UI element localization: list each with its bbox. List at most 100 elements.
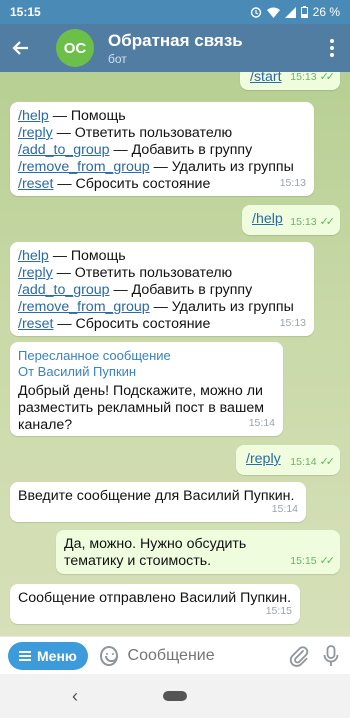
voice-record-button[interactable] bbox=[320, 643, 342, 669]
chat-title-block[interactable]: Обратная связь бот bbox=[108, 31, 243, 66]
command-link[interactable]: /add_to_group bbox=[18, 142, 110, 158]
command-line: /help — Помощь bbox=[18, 248, 306, 265]
composer-bar: Меню bbox=[0, 636, 350, 674]
message-time: 15:13 bbox=[279, 317, 306, 329]
nav-home-pill[interactable] bbox=[163, 691, 187, 701]
command-line: /reply — Ответить пользователю bbox=[18, 265, 306, 282]
double-check-icon: ✓✓ bbox=[319, 456, 336, 468]
message-text[interactable]: /reply bbox=[246, 451, 281, 468]
status-bar: 15:15 26 % bbox=[0, 0, 350, 24]
message-text: Да, можно. Нужно обсудить тематику и сто… bbox=[64, 536, 247, 569]
message-meta: 15:15 ✓✓ bbox=[290, 553, 336, 570]
menu-icon bbox=[19, 650, 31, 661]
message-text: Добрый день! Подскажите, можно ли размес… bbox=[18, 383, 264, 433]
message-meta: 15:13 bbox=[280, 315, 306, 332]
command-desc: — Помощь bbox=[48, 248, 126, 264]
message-input[interactable] bbox=[127, 646, 288, 665]
message-meta: 15:14 ✓✓ bbox=[290, 454, 336, 471]
command-link[interactable]: /help bbox=[18, 108, 49, 124]
command-link[interactable]: /add_to_group bbox=[18, 282, 110, 298]
message-incoming[interactable]: /help — Помощь /reply — Ответить пользов… bbox=[10, 242, 314, 336]
status-icons: 26 % bbox=[250, 5, 340, 19]
signal-icon bbox=[284, 6, 296, 18]
chat-header: OC Обратная связь бот bbox=[0, 24, 350, 72]
message-time: 15:14 bbox=[248, 417, 275, 429]
command-link[interactable]: /reset bbox=[18, 316, 53, 332]
command-line: /add_to_group — Добавить в группу bbox=[18, 282, 306, 299]
message-meta: 15:14 bbox=[249, 415, 275, 432]
command-desc: — Сбросить состояние bbox=[53, 316, 211, 332]
message-incoming[interactable]: Сообщение отправлено Василий Пупкин. 15:… bbox=[10, 584, 300, 624]
wifi-icon bbox=[266, 7, 280, 18]
command-line: /remove_from_group — Удалить из группы bbox=[18, 299, 306, 316]
arrow-left-icon bbox=[12, 41, 28, 55]
command-desc: — Сбросить состояние bbox=[53, 176, 211, 192]
more-button[interactable] bbox=[314, 24, 350, 72]
message-list[interactable]: /start 15:13 ✓✓ /help — Помощь /reply — О… bbox=[0, 72, 350, 636]
message-time: 15:14 bbox=[271, 503, 298, 515]
command-line: /remove_from_group — Удалить из группы bbox=[18, 159, 306, 176]
command-line: /reset — Сбросить состояние bbox=[18, 176, 306, 193]
message-time: 15:14 bbox=[290, 456, 317, 468]
message-time: 15:13 bbox=[290, 216, 317, 228]
message-meta: 15:13 ✓✓ bbox=[290, 214, 336, 231]
command-link[interactable]: /remove_from_group bbox=[18, 159, 150, 175]
message-meta: 15:14 bbox=[272, 501, 298, 518]
message-forwarded[interactable]: Пересланное сообщение От Василий Пупкин … bbox=[10, 342, 283, 436]
message-time: 15:13 bbox=[290, 72, 317, 83]
message-time: 15:15 bbox=[290, 555, 317, 567]
forward-from[interactable]: От Василий Пупкин bbox=[18, 364, 275, 380]
paperclip-icon bbox=[289, 645, 308, 667]
command-desc: — Удалить из группы bbox=[149, 299, 294, 315]
status-time: 15:15 bbox=[10, 5, 41, 19]
bot-menu-label: Меню bbox=[37, 647, 77, 664]
attach-button[interactable] bbox=[288, 643, 310, 669]
command-line: /add_to_group — Добавить в группу bbox=[18, 142, 306, 159]
command-desc: — Ответить пользователю bbox=[52, 265, 233, 281]
alarm-icon bbox=[250, 7, 261, 18]
message-outgoing[interactable]: /help 15:13 ✓✓ bbox=[242, 205, 340, 235]
chat-subtitle: бот bbox=[108, 51, 127, 66]
message-outgoing[interactable]: /reply 15:14 ✓✓ bbox=[236, 445, 340, 475]
command-link[interactable]: /reset bbox=[18, 176, 53, 192]
battery-icon bbox=[300, 6, 308, 18]
command-link[interactable]: /remove_from_group bbox=[18, 299, 150, 315]
command-link[interactable]: /help bbox=[18, 248, 49, 264]
nav-back-icon[interactable]: ‹ bbox=[72, 686, 78, 707]
command-link[interactable]: /reply bbox=[18, 265, 53, 281]
message-outgoing[interactable]: Да, можно. Нужно обсудить тематику и сто… bbox=[56, 530, 340, 574]
forward-title: Пересланное сообщение bbox=[18, 348, 171, 363]
command-desc: — Ответить пользователю bbox=[52, 125, 233, 141]
command-desc: — Добавить в группу bbox=[109, 142, 253, 158]
command-desc: — Помощь bbox=[48, 108, 126, 124]
command-desc: — Добавить в группу bbox=[109, 282, 253, 298]
message-outgoing[interactable]: /start 15:13 ✓✓ bbox=[240, 72, 340, 90]
smile-icon[interactable] bbox=[99, 645, 118, 666]
message-text: Введите сообщение для Василий Пупкин. bbox=[18, 488, 295, 504]
message-time: 15:15 bbox=[265, 605, 292, 617]
system-nav-bar: ‹ bbox=[0, 674, 350, 718]
message-incoming[interactable]: Введите сообщение для Василий Пупкин. 15… bbox=[10, 482, 306, 522]
more-vertical-icon bbox=[330, 39, 334, 57]
double-check-icon: ✓✓ bbox=[319, 555, 336, 567]
message-text: Сообщение отправлено Василий Пупкин. bbox=[18, 590, 292, 606]
back-button[interactable] bbox=[0, 24, 42, 72]
command-line: /help — Помощь bbox=[18, 108, 306, 125]
double-check-icon: ✓✓ bbox=[319, 216, 336, 228]
avatar[interactable]: OC bbox=[56, 29, 94, 67]
command-line: /reset — Сбросить состояние bbox=[18, 316, 306, 333]
message-meta: 15:15 bbox=[266, 603, 292, 620]
bot-menu-button[interactable]: Меню bbox=[8, 641, 88, 670]
message-meta: 15:13 bbox=[280, 175, 306, 192]
message-text[interactable]: /help bbox=[252, 211, 283, 228]
command-line: /reply — Ответить пользователю bbox=[18, 125, 306, 142]
message-incoming[interactable]: /help — Помощь /reply — Ответить пользов… bbox=[10, 102, 314, 196]
message-text[interactable]: /start bbox=[250, 72, 282, 86]
message-time: 15:13 bbox=[279, 177, 306, 189]
message-meta: 15:13 ✓✓ bbox=[290, 72, 336, 86]
command-desc: — Удалить из группы bbox=[149, 159, 294, 175]
battery-level: 26 % bbox=[312, 5, 340, 19]
command-link[interactable]: /reply bbox=[18, 125, 53, 141]
double-check-icon: ✓✓ bbox=[319, 72, 336, 83]
chat-title: Обратная связь bbox=[108, 30, 243, 50]
